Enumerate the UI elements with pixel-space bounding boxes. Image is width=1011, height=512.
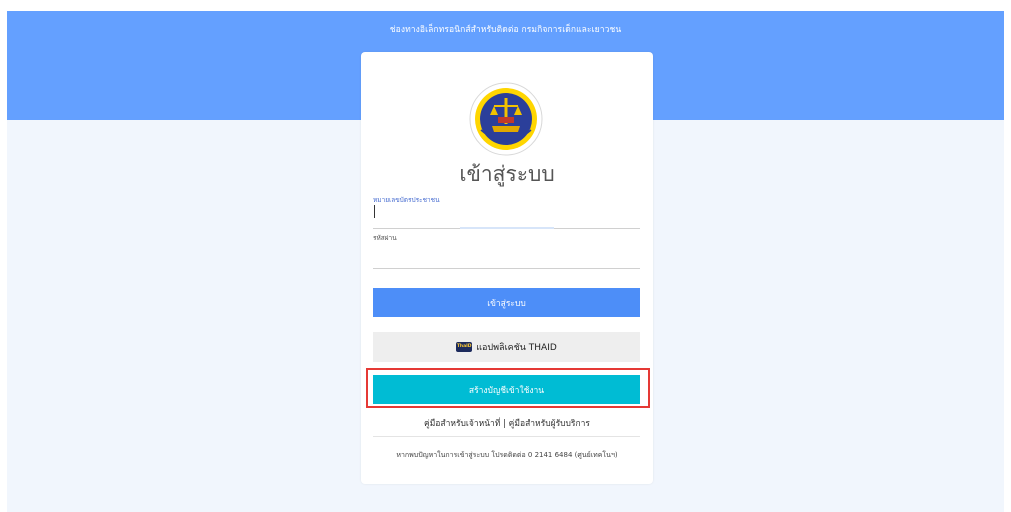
officer-manual-link[interactable]: คู่มือสำหรับเจ้าหน้าที่ — [424, 419, 500, 429]
login-button[interactable]: เข้าสู่ระบบ — [373, 288, 640, 317]
id-card-focus-bar — [460, 227, 554, 229]
password-underline — [373, 268, 640, 269]
text-caret — [374, 205, 375, 218]
thaid-button[interactable]: ThaID แอปพลิเคชัน THAID — [373, 332, 640, 362]
user-manual-link[interactable]: คู่มือสำหรับผู้รับบริการ — [509, 419, 590, 429]
thaid-logo-icon: ThaID — [456, 342, 473, 352]
help-footer: หากพบปัญหาในการเข้าสู่ระบบ โปรดติดต่อ 0 … — [396, 451, 618, 459]
id-card-input[interactable] — [373, 204, 644, 224]
manual-links: คู่มือสำหรับเจ้าหน้าที่ | คู่มือสำหรับผู… — [361, 416, 653, 430]
login-card: เข้าสู่ระบบ หมายเลขบัตรประชาชน รหัสผ่าน … — [361, 52, 653, 484]
header-title: ช่องทางอิเล็กทรอนิกส์สำหรับติดต่อ กรมกิจ… — [389, 25, 622, 35]
department-seal-icon — [469, 82, 543, 156]
register-button-highlight — [366, 368, 650, 408]
divider — [373, 436, 640, 437]
links-separator: | — [503, 419, 506, 429]
thaid-button-label: แอปพลิเคชัน THAID — [476, 343, 557, 353]
password-input[interactable] — [373, 247, 644, 267]
login-heading: เข้าสู่ระบบ — [459, 162, 555, 186]
password-label: รหัสผ่าน — [373, 234, 397, 242]
login-button-label: เข้าสู่ระบบ — [487, 298, 526, 309]
